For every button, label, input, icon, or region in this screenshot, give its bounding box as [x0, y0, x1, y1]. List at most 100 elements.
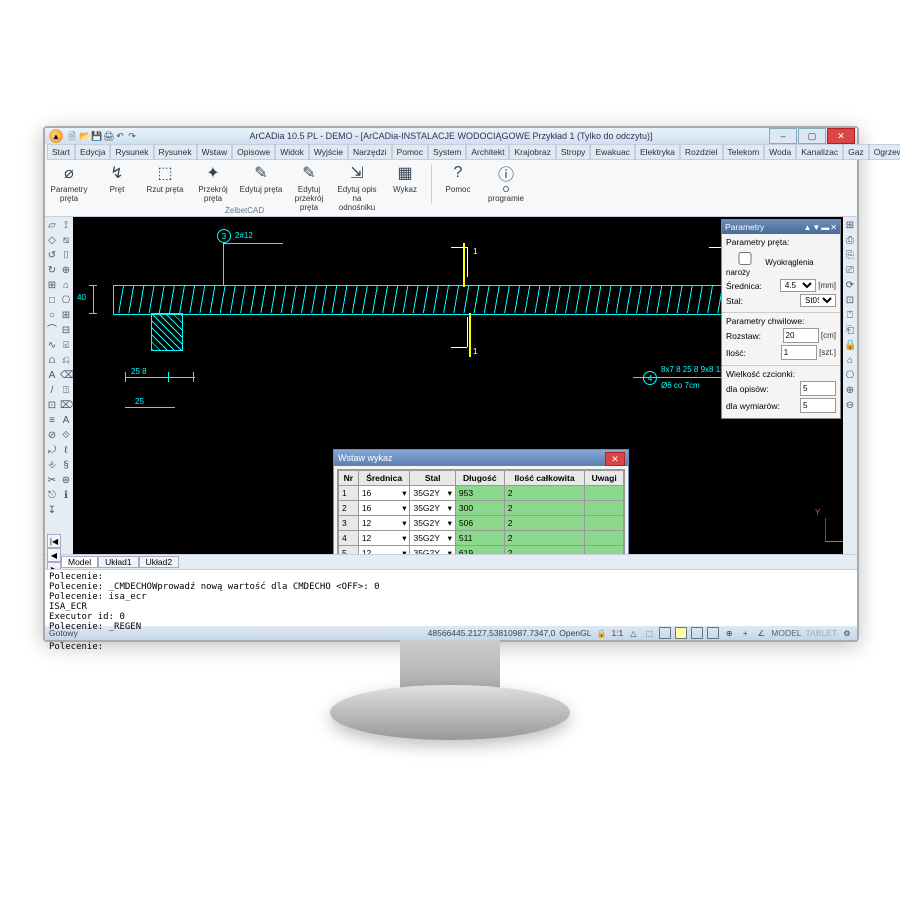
right-tool-0-icon[interactable]: ⊞: [844, 220, 856, 232]
left1-tool-8-icon[interactable]: ∿: [46, 340, 58, 352]
ribbon-tab-woda[interactable]: Woda: [764, 144, 796, 160]
left1-tool-2-icon[interactable]: ↺: [46, 250, 58, 262]
ribbon-tab-ewakuac[interactable]: Ewakuac: [590, 144, 635, 160]
status-toggle-4[interactable]: [707, 627, 719, 639]
right-tool-8-icon[interactable]: 🔒: [844, 340, 856, 352]
left1-tool-0-icon[interactable]: ▱: [46, 220, 58, 232]
panel-pin-icon[interactable]: ▲: [803, 223, 811, 232]
left1-tool-3-icon[interactable]: ↻: [46, 265, 58, 277]
ribbon-tab-rozdziel[interactable]: Rozdziel: [680, 144, 723, 160]
close-button[interactable]: ✕: [827, 128, 855, 144]
qat-redo-icon[interactable]: ↷: [127, 131, 137, 141]
left1-tool-5-icon[interactable]: □: [46, 295, 58, 307]
ribbon-button-8[interactable]: ?Pomoc: [436, 162, 480, 194]
left2-tool-10-icon[interactable]: ⌫: [60, 370, 72, 382]
ribbon-tab-start[interactable]: Start: [47, 144, 75, 160]
left1-tool-19-icon[interactable]: ↧: [46, 505, 58, 517]
status-crosshair-icon[interactable]: ⊕: [723, 627, 735, 639]
ribbon-tab-opisowe[interactable]: Opisowe: [232, 144, 275, 160]
command-window[interactable]: Polecenie: Polecenie: _CMDECHOWprowadź n…: [45, 569, 857, 626]
ribbon-button-3[interactable]: ✦Przekrój pręta: [191, 162, 235, 203]
font-desc-input[interactable]: [800, 381, 836, 396]
status-toggle-2[interactable]: [675, 627, 687, 639]
ribbon-tab-elektryka[interactable]: Elektryka: [635, 144, 680, 160]
left2-tool-9-icon[interactable]: ⎌: [60, 355, 72, 367]
left1-tool-15-icon[interactable]: ⤾: [46, 445, 58, 457]
left2-tool-13-icon[interactable]: A: [60, 415, 72, 427]
ribbon-tab-rysunek[interactable]: Rysunek: [154, 144, 197, 160]
right-tool-2-icon[interactable]: ⎘: [844, 250, 856, 262]
ribbon-tab-krajobraz[interactable]: Krajobraz: [509, 144, 555, 160]
panel-pin2-icon[interactable]: ▼: [812, 223, 820, 232]
minimize-button[interactable]: –: [769, 128, 797, 144]
ribbon-button-9[interactable]: ⓘO programie: [484, 162, 528, 203]
qat-print-icon[interactable]: 🖨: [103, 131, 113, 141]
status-s1-icon[interactable]: △: [627, 627, 639, 639]
ribbon-button-1[interactable]: ↯Pręt: [95, 162, 139, 194]
right-tool-12-icon[interactable]: ⊖: [844, 400, 856, 412]
right-tool-5-icon[interactable]: ⊡: [844, 295, 856, 307]
left2-tool-6-icon[interactable]: ⊞: [60, 310, 72, 322]
panel-min-icon[interactable]: ▬: [821, 223, 829, 232]
table-row[interactable]: 412 ▾35G2Y ▾5112: [339, 531, 624, 546]
status-s2-icon[interactable]: ⬚: [643, 627, 655, 639]
left2-tool-11-icon[interactable]: ⍐: [60, 385, 72, 397]
ribbon-tab-telekom[interactable]: Telekom: [723, 144, 765, 160]
ribbon-button-2[interactable]: ⬚Rzut pręta: [143, 162, 187, 194]
ribbon-tab-rysunek[interactable]: Rysunek: [110, 144, 153, 160]
maximize-button[interactable]: ▢: [798, 128, 826, 144]
round-checkbox[interactable]: Wyokrąglenia naroży: [726, 249, 836, 277]
left2-tool-0-icon[interactable]: ⟟: [60, 220, 72, 232]
left1-tool-10-icon[interactable]: A: [46, 370, 58, 382]
table-row[interactable]: 512 ▾35G2Y ▾6192: [339, 546, 624, 555]
left1-tool-17-icon[interactable]: ✂: [46, 475, 58, 487]
ribbon-tab-kanalizac[interactable]: Kanalizac: [796, 144, 843, 160]
left2-tool-8-icon[interactable]: ⍃: [60, 340, 72, 352]
ribbon-tab-system[interactable]: System: [428, 144, 466, 160]
ribbon-button-4[interactable]: ✎Edytuj pręta: [239, 162, 283, 194]
qat-undo-icon[interactable]: ↶: [115, 131, 125, 141]
right-tool-11-icon[interactable]: ⊕: [844, 385, 856, 397]
qat-open-icon[interactable]: 📂: [79, 131, 89, 141]
left1-tool-1-icon[interactable]: ◇: [46, 235, 58, 247]
left2-tool-2-icon[interactable]: ⌷: [60, 250, 72, 262]
status-tablet-button[interactable]: TABLET: [806, 628, 838, 638]
left1-tool-7-icon[interactable]: ⌒: [46, 325, 58, 337]
ribbon-tab-ogrzewa[interactable]: Ogrzewa: [869, 144, 900, 160]
ribbon-tab-pomoc[interactable]: Pomoc: [392, 144, 428, 160]
ribbon-button-7[interactable]: ▦Wykaz: [383, 162, 427, 194]
qat-save-icon[interactable]: 💾: [91, 131, 101, 141]
cad-canvas[interactable]: 1 2 1 2 3 2#12 40 25 8: [73, 217, 843, 554]
left2-tool-1-icon[interactable]: ⧅: [60, 235, 72, 247]
ribbon-tab-wstaw[interactable]: Wstaw: [197, 144, 233, 160]
status-gear-icon[interactable]: ⚙: [841, 627, 853, 639]
table-row[interactable]: 312 ▾35G2Y ▾5062: [339, 516, 624, 531]
left2-tool-18-icon[interactable]: ℹ: [60, 490, 72, 502]
ribbon-tab-stropy[interactable]: Stropy: [556, 144, 591, 160]
steel-select[interactable]: St0S: [800, 294, 836, 307]
ribbon-button-0[interactable]: ⌀Parametry pręta: [47, 162, 91, 203]
sheet-tab-model[interactable]: Model: [61, 556, 98, 568]
right-tool-4-icon[interactable]: ⟳: [844, 280, 856, 292]
ribbon-tab-gaz[interactable]: Gaz: [843, 144, 869, 160]
ribbon-tab-edycja[interactable]: Edycja: [75, 144, 111, 160]
status-lock-icon[interactable]: 🔒: [595, 627, 607, 639]
status-angle-icon[interactable]: ∠: [755, 627, 767, 639]
ribbon-button-5[interactable]: ✎Edytuj przekrój pręta: [287, 162, 331, 212]
left1-tool-4-icon[interactable]: ⊞: [46, 280, 58, 292]
ribbon-tab-narzędzi[interactable]: Narzędzi: [348, 144, 392, 160]
left2-tool-12-icon[interactable]: ⌦: [60, 400, 72, 412]
left1-tool-12-icon[interactable]: ⊡: [46, 400, 58, 412]
left1-tool-14-icon[interactable]: ⊘: [46, 430, 58, 442]
left2-tool-14-icon[interactable]: ⟐: [60, 430, 72, 442]
right-tool-1-icon[interactable]: ⎙: [844, 235, 856, 247]
status-toggle-1[interactable]: [659, 627, 671, 639]
left2-tool-15-icon[interactable]: ℓ: [60, 445, 72, 457]
qat-new-icon[interactable]: 🗎: [67, 131, 77, 141]
status-plus-icon[interactable]: +: [739, 627, 751, 639]
ribbon-tab-wyjście[interactable]: Wyjście: [309, 144, 348, 160]
ribbon-tab-architekt[interactable]: Architekt: [466, 144, 509, 160]
status-model-button[interactable]: MODEL: [771, 628, 801, 638]
right-tool-6-icon[interactable]: ⍞: [844, 310, 856, 322]
sheet-nav-1[interactable]: ◀: [47, 548, 61, 562]
